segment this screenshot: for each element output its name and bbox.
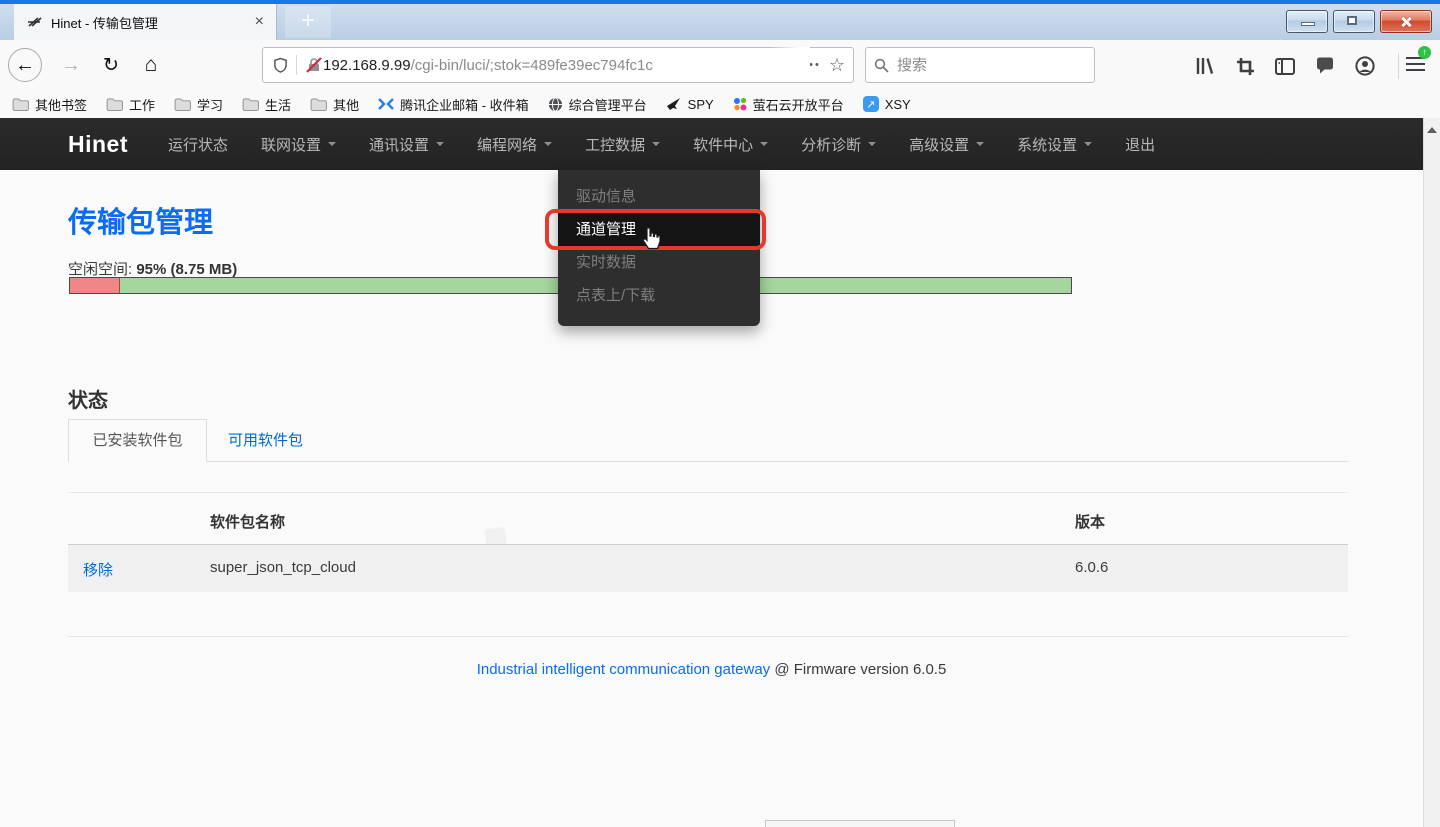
search-input[interactable]	[897, 57, 1067, 74]
footer-firmware-text: @ Firmware version 6.0.5	[774, 661, 946, 678]
folder-icon	[310, 98, 327, 111]
nav-system-settings[interactable]: 系统设置	[1017, 134, 1092, 155]
url-path: /cgi-bin/luci/;stok=489fe39ec794fc1c	[411, 57, 653, 74]
toolbar-separator	[1398, 53, 1399, 79]
package-name-cell: super_json_tcp_cloud	[210, 559, 356, 576]
plane-icon	[666, 97, 682, 111]
account-icon[interactable]	[1354, 55, 1376, 77]
nav-network-settings[interactable]: 联网设置	[261, 134, 336, 155]
forward-button: →	[54, 48, 88, 82]
bookmark-ezviz[interactable]: 萤石云开放平台	[733, 95, 844, 114]
bookmark-spy[interactable]: SPY	[666, 97, 714, 112]
tracking-shield-icon[interactable]	[273, 57, 288, 73]
nav-software-center[interactable]: 软件中心	[693, 134, 768, 155]
bookmark-folder-misc[interactable]: 其他	[310, 95, 359, 114]
site-navbar: Hinet 运行状态 联网设置 通讯设置 编程网络 工控数据 软件中心 分析诊断…	[0, 118, 1423, 170]
package-version-cell: 6.0.6	[1075, 559, 1108, 576]
vertical-scrollbar[interactable]	[1423, 118, 1440, 827]
footer-gateway-link[interactable]: Industrial intelligent communication gat…	[477, 661, 771, 678]
restore-icon	[1347, 16, 1357, 25]
page-footer: Industrial intelligent communication gat…	[0, 661, 1423, 678]
url-bar[interactable]: 192.168.9.99/cgi-bin/luci/;stok=489fe39e…	[262, 47, 854, 83]
scrollbar-up-arrow-icon[interactable]	[1427, 127, 1437, 133]
browser-tab[interactable]: Hinet - 传输包管理 ×	[14, 4, 277, 40]
table-row: 移除 super_json_tcp_cloud 6.0.6	[68, 545, 1348, 592]
tab-title: Hinet - 传输包管理	[51, 13, 251, 32]
bookmark-folder-other-bookmarks[interactable]: 其他书签	[12, 95, 87, 114]
dropdown-item-driver-info[interactable]: 驱动信息	[558, 180, 760, 213]
nav-logout[interactable]: 退出	[1125, 134, 1155, 155]
minimize-button[interactable]	[1286, 10, 1328, 33]
browser-window: Hinet - 传输包管理 × + ← → ↻ ⌂ 192.168.9.99/c…	[0, 0, 1440, 827]
bookmark-star-icon[interactable]: ☆	[829, 55, 845, 76]
column-header-version: 版本	[1075, 511, 1105, 532]
url-text[interactable]: 192.168.9.99/cgi-bin/luci/;stok=489fe39e…	[323, 57, 797, 74]
tab-close-icon[interactable]: ×	[251, 13, 268, 31]
bookmark-folder-study[interactable]: 学习	[174, 95, 223, 114]
page-title: 传输包管理	[68, 199, 213, 241]
bottom-partial-element	[765, 820, 955, 827]
column-header-package-name: 软件包名称	[210, 511, 285, 532]
globe-icon	[548, 97, 563, 112]
brand-logo[interactable]: Hinet	[68, 131, 128, 158]
nav-industrial-data[interactable]: 工控数据	[585, 134, 660, 155]
nav-advanced-settings[interactable]: 高级设置	[909, 134, 984, 155]
mouse-cursor	[640, 227, 662, 251]
folder-icon	[174, 98, 191, 111]
nav-run-status[interactable]: 运行状态	[168, 134, 228, 155]
search-icon	[874, 58, 889, 73]
bookmark-folder-life[interactable]: 生活	[242, 95, 291, 114]
tabs-underline	[68, 461, 1348, 462]
close-icon	[1399, 15, 1413, 29]
used-space-segment	[70, 278, 120, 293]
bookmark-xsy[interactable]: ↗ XSY	[863, 96, 911, 112]
close-button[interactable]	[1380, 10, 1432, 33]
tencent-mail-icon	[378, 97, 394, 111]
chat-bubble-icon[interactable]	[1314, 55, 1336, 77]
url-host: 192.168.9.99	[323, 57, 411, 74]
titlebar[interactable]: Hinet - 传输包管理 × +	[0, 4, 1440, 40]
urlbar-separator	[296, 55, 297, 75]
reload-button[interactable]: ↻	[94, 48, 128, 82]
folder-icon	[242, 98, 259, 111]
bookmark-tencent-mail[interactable]: 腾讯企业邮箱 - 收件箱	[378, 95, 529, 114]
menu-hamburger-icon[interactable]	[1406, 57, 1425, 71]
remove-link[interactable]: 移除	[83, 559, 113, 580]
free-space-value: 95% (8.75 MB)	[136, 261, 237, 278]
search-bar[interactable]	[865, 47, 1095, 83]
free-space-label: 空闲空间:	[68, 261, 132, 278]
screenshot-crop-icon[interactable]	[1234, 55, 1256, 77]
insecure-lock-icon[interactable]	[305, 57, 323, 73]
sidebar-toggle-icon[interactable]	[1274, 55, 1296, 77]
minimize-icon	[1301, 22, 1315, 26]
tab-available-packages[interactable]: 可用软件包	[228, 420, 303, 462]
dropdown-item-point-table[interactable]: 点表上/下载	[558, 279, 760, 312]
tab-installed-packages[interactable]: 已安装软件包	[68, 419, 207, 462]
nav-programming-network[interactable]: 编程网络	[477, 134, 552, 155]
back-button[interactable]: ←	[8, 48, 42, 82]
restore-button[interactable]	[1333, 10, 1375, 33]
bookmark-management-platform[interactable]: 综合管理平台	[548, 95, 647, 114]
ezviz-color-dots-icon	[733, 97, 747, 111]
home-button[interactable]: ⌂	[134, 48, 168, 82]
free-space-line: 空闲空间: 95% (8.75 MB)	[68, 258, 237, 279]
folder-icon	[106, 98, 123, 111]
update-badge: ↑	[1418, 46, 1431, 59]
table-bottom-separator	[68, 636, 1348, 637]
bookmarks-bar: 其他书签 工作 学习 生活 其他 腾讯企业邮箱 - 收件箱 综合管理平台 SP	[0, 90, 1440, 118]
page-actions-icon[interactable]: •••	[803, 59, 821, 71]
folder-icon	[12, 98, 29, 111]
nav-comm-settings[interactable]: 通讯设置	[369, 134, 444, 155]
table-top-separator	[68, 492, 1348, 493]
library-icon[interactable]	[1194, 55, 1216, 77]
new-tab-button[interactable]: +	[285, 6, 331, 38]
blue-arrow-tile-icon: ↗	[863, 96, 879, 112]
bookmark-folder-work[interactable]: 工作	[106, 95, 155, 114]
nav-analysis-diagnosis[interactable]: 分析诊断	[801, 134, 876, 155]
status-heading: 状态	[68, 384, 108, 413]
site-favicon-icon	[26, 14, 42, 30]
